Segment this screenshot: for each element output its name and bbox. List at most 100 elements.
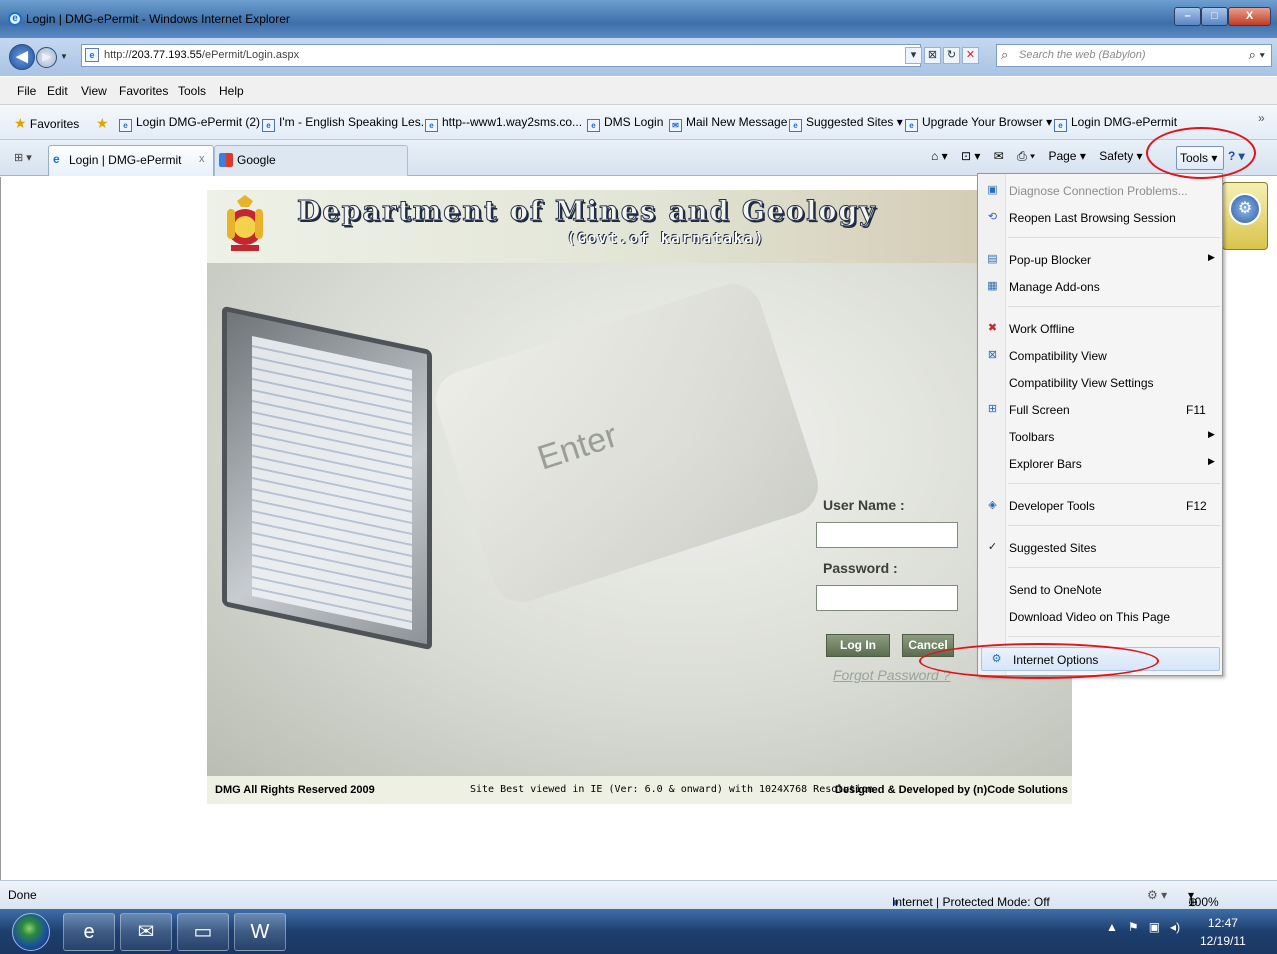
google-favicon-icon bbox=[219, 153, 233, 167]
favorite-link-2[interactable]: e I'm - English Speaking Les... bbox=[262, 115, 431, 132]
flag-icon[interactable]: ⚑ bbox=[1128, 920, 1139, 934]
favorite-link-1[interactable]: e Login DMG-ePermit (2) bbox=[119, 115, 260, 132]
search-icon[interactable]: ⌕ ▾ bbox=[1249, 47, 1265, 63]
menu-favorites[interactable]: Favorites bbox=[119, 84, 168, 98]
menu-item-reopen-session[interactable]: ⟲ Reopen Last Browsing Session bbox=[978, 206, 1222, 230]
minimize-button[interactable]: – bbox=[1174, 7, 1201, 26]
address-actions: ▾ ⊠ ↻ ✕ bbox=[905, 47, 981, 64]
menu-item-explorer-bars[interactable]: Explorer Bars ▶ bbox=[978, 452, 1222, 476]
volume-icon[interactable]: ◂) bbox=[1170, 920, 1180, 934]
menu-item-diagnose[interactable]: ▣ Diagnose Connection Problems... bbox=[978, 179, 1222, 203]
print-icon[interactable]: ⎙ ▾ bbox=[1017, 149, 1035, 163]
menu-item-suggested-sites[interactable]: ✓ Suggested Sites bbox=[978, 536, 1222, 560]
download-video-icon bbox=[985, 609, 1000, 624]
back-button[interactable]: ◀ bbox=[9, 44, 35, 70]
page-icon: e bbox=[85, 48, 99, 62]
full-screen-icon: ⊞ bbox=[987, 403, 998, 415]
page-icon: e bbox=[425, 119, 438, 132]
search-provider-icon: ⌕ bbox=[1001, 47, 1009, 62]
clock[interactable]: 12:47 12/19/11 bbox=[1200, 914, 1246, 950]
address-dropdown-icon[interactable]: ▾ bbox=[905, 47, 922, 64]
site-body: Enter User Name : Password : Log In Canc… bbox=[207, 263, 1072, 776]
close-window-button[interactable]: X bbox=[1228, 7, 1271, 26]
status-bar: Done ● Internet | Protected Mode: Off ⚙ … bbox=[0, 880, 1277, 909]
menu-file[interactable]: File bbox=[17, 84, 36, 98]
menu-tools[interactable]: Tools bbox=[178, 84, 206, 98]
menu-item-compatibility-view[interactable]: ⊠ Compatibility View bbox=[978, 344, 1222, 368]
menu-item-work-offline[interactable]: ✖ Work Offline bbox=[978, 317, 1222, 341]
favorite-link-6[interactable]: e Suggested Sites ▾ bbox=[789, 115, 903, 132]
submenu-arrow-icon: ▶ bbox=[1208, 252, 1215, 262]
menu-item-popup-blocker[interactable]: ▤ Pop-up Blocker ▶ bbox=[978, 248, 1222, 272]
site-subtitle: (Govt.of karnataka) bbox=[567, 231, 766, 247]
address-bar[interactable]: e http://203.77.193.55/ePermit/Login.asp… bbox=[81, 44, 921, 67]
window-title-bar: e Login | DMG-ePermit - Windows Internet… bbox=[0, 0, 1277, 38]
tab-login[interactable]: e Login | DMG-ePermit x bbox=[48, 145, 214, 176]
chevron-right-icon[interactable]: » bbox=[1258, 111, 1265, 125]
home-icon[interactable]: ⌂ ▾ bbox=[931, 149, 948, 163]
favorite-link-8[interactable]: e Login DMG-ePermit bbox=[1054, 115, 1177, 132]
favorite-link-7[interactable]: e Upgrade Your Browser ▾ bbox=[905, 115, 1052, 132]
menu-help[interactable]: Help bbox=[219, 84, 244, 98]
status-text: Done bbox=[8, 888, 37, 902]
menu-view[interactable]: View bbox=[81, 84, 107, 98]
command-bar: ⌂ ▾ ⊡ ▾ ✉ ⎙ ▾ Page ▾ Safety ▾ bbox=[931, 149, 1153, 164]
taskbar-outlook-icon[interactable]: ✉ bbox=[120, 913, 172, 951]
forward-button[interactable]: ▶ bbox=[36, 47, 57, 68]
submenu-arrow-icon: ▶ bbox=[1208, 456, 1215, 466]
addons-icon: ▦ bbox=[987, 280, 998, 292]
menu-item-toolbars[interactable]: Toolbars ▶ bbox=[978, 425, 1222, 449]
password-field[interactable] bbox=[816, 585, 958, 611]
close-tab-icon[interactable]: x bbox=[199, 153, 205, 165]
refresh-icon[interactable]: ↻ bbox=[943, 47, 960, 64]
footer-credits: Designed & Developed by (n)Code Solution… bbox=[835, 784, 1068, 796]
menu-item-manage-addons[interactable]: ▦ Manage Add-ons bbox=[978, 275, 1222, 299]
keyboard-key-graphic bbox=[428, 276, 826, 610]
login-site: Department of Mines and Geology (Govt.of… bbox=[207, 190, 1072, 804]
stop-icon[interactable]: ✕ bbox=[962, 47, 979, 64]
compatibility-view-icon[interactable]: ⊠ bbox=[924, 47, 941, 64]
start-button[interactable] bbox=[12, 913, 50, 951]
login-button[interactable]: Log In bbox=[826, 634, 890, 657]
favorite-link-3[interactable]: e http--www1.way2sms.co... bbox=[425, 115, 582, 132]
protected-mode-icon[interactable]: ⚙ ▾ bbox=[1147, 888, 1167, 902]
menu-item-full-screen[interactable]: ⊞ Full Screen F11 bbox=[978, 398, 1222, 422]
menu-item-developer-tools[interactable]: ◈ Developer Tools F12 bbox=[978, 494, 1222, 518]
favorite-link-4[interactable]: e DMS Login bbox=[587, 115, 663, 132]
laptop-screen-graphic bbox=[252, 335, 412, 631]
network-icon: ▣ bbox=[987, 184, 998, 196]
taskbar-ie-icon[interactable]: e bbox=[63, 913, 115, 951]
page-icon: e bbox=[789, 119, 802, 132]
page-icon: e bbox=[905, 119, 918, 132]
password-label: Password : bbox=[823, 560, 898, 576]
mail-icon: ✉ bbox=[669, 119, 682, 132]
checkmark-icon: ✓ bbox=[987, 541, 998, 553]
favorite-link-5[interactable]: ✉ Mail New Message bbox=[669, 115, 787, 132]
recent-pages-dropdown-icon[interactable]: ▼ bbox=[60, 52, 68, 61]
search-placeholder: Search the web (Babylon) bbox=[1019, 49, 1146, 61]
add-favorite-icon[interactable]: ★ bbox=[96, 115, 109, 132]
taskbar-word-icon[interactable]: W bbox=[234, 913, 286, 951]
read-mail-icon[interactable]: ✉ bbox=[994, 149, 1004, 163]
page-menu[interactable]: Page ▾ bbox=[1048, 149, 1085, 163]
menu-item-send-onenote[interactable]: Send to OneNote bbox=[978, 578, 1222, 602]
favorites-button[interactable]: ★ Favorites bbox=[14, 115, 79, 132]
maximize-button[interactable]: □ bbox=[1201, 7, 1228, 26]
safety-menu[interactable]: Safety ▾ bbox=[1099, 149, 1142, 163]
page-icon: e bbox=[1054, 119, 1067, 132]
taskbar-explorer-icon[interactable]: ▭ bbox=[177, 913, 229, 951]
show-hidden-icons-icon[interactable]: ▲ bbox=[1106, 920, 1118, 934]
tab-google[interactable]: Google bbox=[214, 145, 408, 176]
network-icon[interactable]: ▣ bbox=[1149, 920, 1160, 934]
menu-item-download-video[interactable]: Download Video on This Page bbox=[978, 605, 1222, 629]
addon-gadget[interactable]: ⚙ bbox=[1222, 182, 1268, 250]
username-field[interactable] bbox=[816, 522, 958, 548]
search-input[interactable]: ⌕ Search the web (Babylon) ⌕ ▾ bbox=[996, 44, 1272, 67]
feeds-icon[interactable]: ⊡ ▾ bbox=[961, 149, 980, 163]
favorites-bar: ★ Favorites ★ e Login DMG-ePermit (2) e I'… bbox=[0, 105, 1277, 140]
quick-tabs-icon[interactable]: ⊞ ▾ bbox=[14, 151, 32, 164]
menu-item-compatibility-settings[interactable]: Compatibility View Settings bbox=[978, 371, 1222, 395]
zoom-level[interactable]: ⊕ 100% ▾ bbox=[1188, 888, 1219, 909]
menu-edit[interactable]: Edit bbox=[47, 84, 68, 98]
gear-icon: ⚙ bbox=[1229, 193, 1261, 225]
